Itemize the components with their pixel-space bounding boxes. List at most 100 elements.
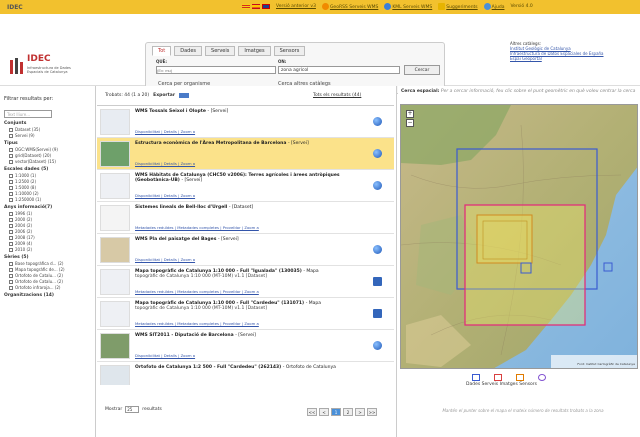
- result-links-text[interactable]: Metadades reduïdes | Metadades completes…: [135, 321, 259, 326]
- english-flag-icon[interactable]: [262, 4, 270, 9]
- filter-checkbox[interactable]: [9, 179, 13, 184]
- filter-item[interactable]: 1:1000 (1): [9, 173, 91, 178]
- legend-imatges-swatch[interactable]: [516, 374, 524, 381]
- map-canvas[interactable]: Font: Institut Cartogràfic de Catalunya: [400, 104, 638, 369]
- filter-group-title[interactable]: Anys informació(7): [4, 205, 91, 210]
- filter-checkbox[interactable]: [9, 217, 13, 222]
- page-button[interactable]: <: [319, 408, 329, 416]
- result-links-text[interactable]: Metadades reduïdes | Metadades completes…: [135, 225, 259, 230]
- filter-checkbox[interactable]: [9, 279, 13, 284]
- result-thumbnail[interactable]: [100, 205, 130, 231]
- filter-group-title[interactable]: Sèries (5): [4, 255, 91, 260]
- globe-icon[interactable]: [373, 341, 382, 350]
- help-link[interactable]: Ajuda: [483, 3, 504, 10]
- filter-checkbox[interactable]: [9, 273, 13, 278]
- search-button[interactable]: Cercar: [404, 65, 440, 75]
- filter-item[interactable]: Dataset (35): [9, 127, 91, 132]
- result-thumbnail[interactable]: [100, 237, 130, 263]
- result-row[interactable]: Ortofoto de Catalunya 1:2 500 - Full "Ca…: [97, 362, 394, 385]
- where-input[interactable]: zona agrícol: [278, 66, 400, 74]
- result-title[interactable]: Mapa topogràfic de Catalunya 1:10 000 - …: [135, 301, 365, 311]
- filter-item[interactable]: 1:10000 (2): [9, 191, 91, 196]
- tab-dades[interactable]: Dades: [174, 46, 203, 56]
- kml-link[interactable]: KML Serveis WMS: [384, 3, 432, 10]
- tab-tot[interactable]: Tot: [152, 46, 172, 56]
- filter-checkbox[interactable]: [9, 159, 13, 164]
- result-links[interactable]: Metadades reduïdes | Metadades completes…: [135, 321, 259, 326]
- catalog-link-geoportal[interactable]: Espai Geoportal: [510, 56, 638, 61]
- filter-checkbox[interactable]: [9, 147, 13, 152]
- zoom-out-button[interactable]: −: [406, 119, 414, 127]
- result-title-text[interactable]: WMS Tossals Seixol i Olopte: [135, 109, 206, 114]
- filter-item[interactable]: 2006 (2): [9, 229, 91, 234]
- page-button[interactable]: 2: [343, 408, 353, 416]
- filter-item[interactable]: Mapa topogràfic de... (2): [9, 267, 91, 272]
- result-title[interactable]: WMS SIT2011 - Diputació de Barcelona - […: [135, 333, 365, 338]
- info-icon[interactable]: [373, 309, 382, 318]
- filter-checkbox[interactable]: [9, 133, 13, 138]
- result-thumbnail[interactable]: [100, 365, 130, 385]
- page-button[interactable]: <<: [307, 408, 317, 416]
- filter-item[interactable]: Ortofoto de Catalu... (2): [9, 279, 91, 284]
- filter-item[interactable]: 1:5000 (8): [9, 185, 91, 190]
- see-all-results-link[interactable]: Tots els resultats (44): [313, 93, 361, 98]
- export-icon[interactable]: [179, 93, 190, 98]
- filter-item[interactable]: Ortofoto infraroja... (2): [9, 285, 91, 290]
- filter-item[interactable]: 2010 (2): [9, 247, 91, 252]
- filter-item[interactable]: 2008 (17): [9, 235, 91, 240]
- filter-group-title[interactable]: Escales dades (5): [4, 167, 91, 172]
- result-links-text[interactable]: Disponibilitat | Detalls | Zoom a: [135, 193, 195, 198]
- filter-group-title[interactable]: Tipus: [4, 141, 91, 146]
- result-title[interactable]: Estructura econòmica de l'Àrea Metropoli…: [135, 141, 365, 146]
- filter-item[interactable]: 1996 (1): [9, 211, 91, 216]
- result-title[interactable]: WMS Pla del paisatge del Bages - [Servei…: [135, 237, 365, 242]
- result-title-text[interactable]: WMS Hàbitats de Catalunya (CHC50 v2006):…: [135, 173, 340, 183]
- globe-icon[interactable]: [373, 117, 382, 126]
- free-text-input[interactable]: Text lliure...: [4, 110, 52, 118]
- result-links[interactable]: Disponibilitat | Detalls | Zoom a: [135, 257, 195, 262]
- result-thumbnail[interactable]: [100, 333, 130, 359]
- suggestions-link[interactable]: Suggeriments: [438, 3, 478, 10]
- filter-group-title[interactable]: Conjunts: [4, 121, 91, 126]
- result-title[interactable]: Mapa topogràfic de Catalunya 1:10 000 - …: [135, 269, 365, 279]
- result-thumbnail[interactable]: [100, 269, 130, 295]
- result-title[interactable]: WMS Tossals Seixol i Olopte - [Servei]: [135, 109, 365, 114]
- tab-imatges[interactable]: Imatges: [238, 46, 271, 56]
- filter-group-title[interactable]: Organitzacions (14): [4, 293, 91, 298]
- page-size-select[interactable]: 25: [125, 406, 140, 413]
- result-links-text[interactable]: Disponibilitat | Detalls | Zoom a: [135, 129, 195, 134]
- filter-checkbox[interactable]: [9, 267, 13, 272]
- filter-item[interactable]: 2000 (2): [9, 217, 91, 222]
- result-links[interactable]: Metadades reduïdes | Metadades completes…: [135, 225, 259, 230]
- filter-item[interactable]: grid(Dataset) (20): [9, 153, 91, 158]
- result-row[interactable]: Mapa topogràfic de Catalunya 1:10 000 - …: [97, 266, 394, 298]
- result-thumbnail[interactable]: [100, 173, 130, 199]
- legend-sensors-swatch[interactable]: [538, 374, 546, 381]
- result-thumbnail[interactable]: [100, 301, 130, 327]
- filter-checkbox[interactable]: [9, 153, 13, 158]
- filter-checkbox[interactable]: [9, 127, 13, 132]
- globe-icon[interactable]: [373, 149, 382, 158]
- filter-checkbox[interactable]: [9, 223, 13, 228]
- filter-checkbox[interactable]: [9, 173, 13, 178]
- result-title-text[interactable]: Ortofoto de Catalunya 1:2 500 - Full "Ca…: [135, 365, 281, 370]
- filter-item[interactable]: Ortofoto de Catalu... (2): [9, 273, 91, 278]
- result-title[interactable]: WMS Hàbitats de Catalunya (CHC50 v2006):…: [135, 173, 365, 183]
- filter-checkbox[interactable]: [9, 235, 13, 240]
- globe-icon[interactable]: [373, 181, 382, 190]
- catalan-flag-icon[interactable]: [242, 4, 250, 9]
- page-button[interactable]: 1: [331, 408, 341, 416]
- legend-serveis-swatch[interactable]: [494, 374, 502, 381]
- spanish-flag-icon[interactable]: [252, 4, 260, 9]
- filter-checkbox[interactable]: [9, 185, 13, 190]
- filter-item[interactable]: 2004 (2): [9, 223, 91, 228]
- filter-item[interactable]: vector(Dataset) (15): [9, 159, 91, 164]
- result-row[interactable]: Mapa topogràfic de Catalunya 1:10 000 - …: [97, 298, 394, 330]
- globe-icon[interactable]: [373, 245, 382, 254]
- tab-serveis[interactable]: Serveis: [205, 46, 236, 56]
- result-title[interactable]: Ortofoto de Catalunya 1:2 500 - Full "Ca…: [135, 365, 365, 370]
- filter-item[interactable]: OGC:WMS(Servei) (9): [9, 147, 91, 152]
- result-title-text[interactable]: WMS Pla del paisatge del Bages: [135, 237, 216, 242]
- result-links[interactable]: Disponibilitat | Detalls | Zoom a: [135, 353, 195, 358]
- result-title-text[interactable]: Estructura econòmica de l'Àrea Metropoli…: [135, 141, 286, 146]
